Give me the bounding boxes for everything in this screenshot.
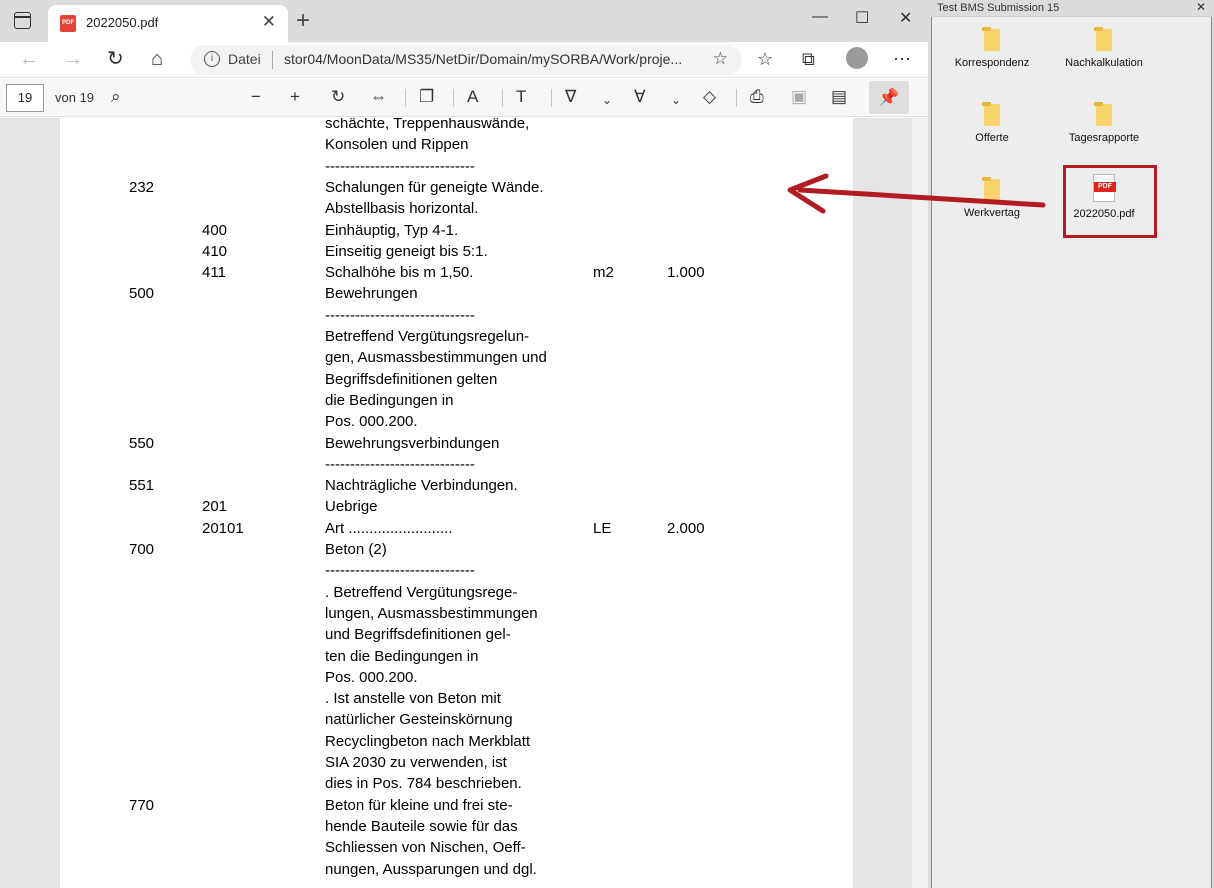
annotation-arrow — [787, 173, 1046, 214]
